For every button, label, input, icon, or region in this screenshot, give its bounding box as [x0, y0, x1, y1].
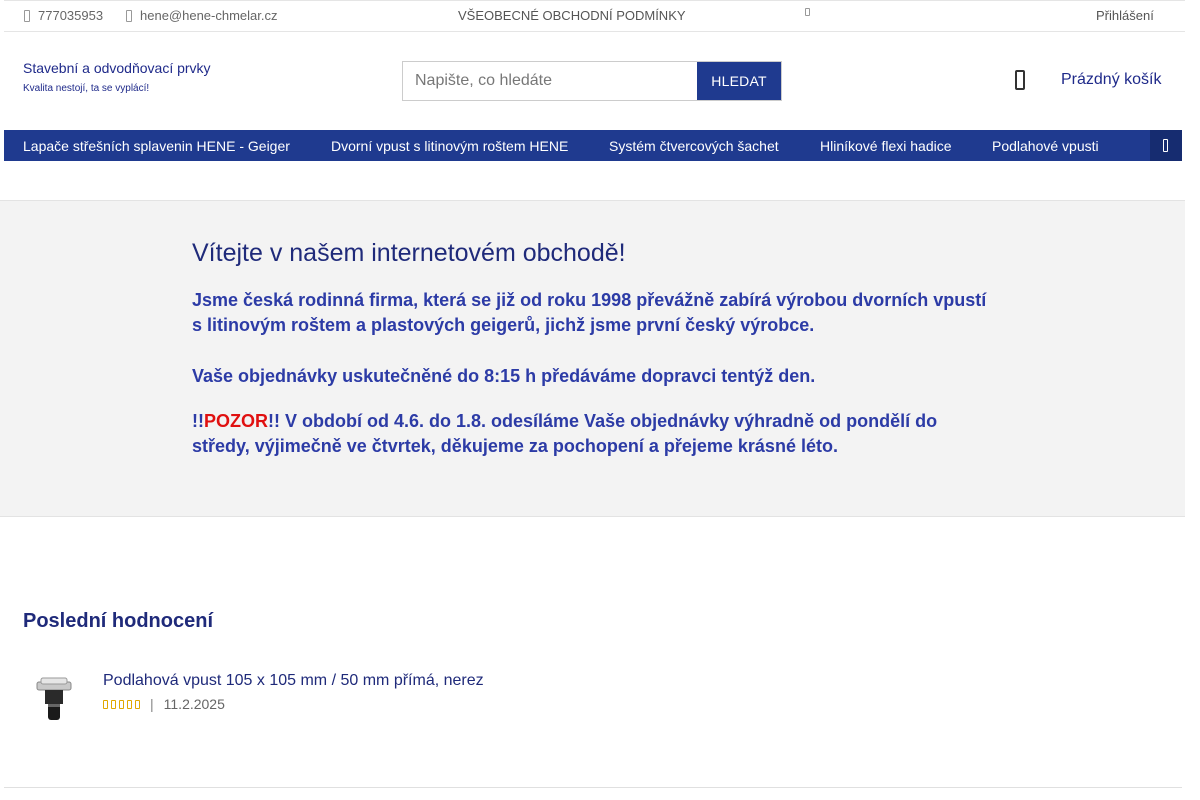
rating-stars	[103, 699, 140, 709]
notice-prefix: !!	[192, 411, 204, 431]
main-navigation: Lapače střešních splavenin HENE - Geiger…	[4, 130, 1182, 161]
ratings-heading: Poslední hodnocení	[23, 610, 214, 632]
star-icon	[119, 699, 124, 709]
welcome-notice: !!POZOR!! V období od 4.6. do 1.8. odesí…	[192, 409, 992, 459]
welcome-content: Vítejte v našem internetovém obchodě! Js…	[192, 239, 992, 459]
star-icon	[127, 699, 132, 709]
star-icon	[135, 699, 140, 709]
welcome-dispatch-info: Vaše objednávky uskutečněné do 8:15 h př…	[192, 366, 816, 386]
phone-icon	[24, 9, 30, 22]
email-address[interactable]: hene@hene-chmelar.cz	[140, 8, 278, 23]
phone-contact[interactable]: 777035953	[24, 8, 103, 23]
dropdown-toggle[interactable]	[805, 8, 810, 16]
search-form: HLEDAT	[402, 61, 782, 101]
email-icon	[126, 9, 132, 22]
review-item: Podlahová vpust 105 x 105 mm / 50 mm pří…	[23, 670, 1173, 730]
nav-item-sachty[interactable]: Systém čtvercových šachet	[609, 138, 779, 154]
nav-item-flexi-hadice[interactable]: Hliníkové flexi hadice	[820, 138, 952, 154]
star-icon	[111, 699, 116, 709]
notice-text: !! V období od 4.6. do 1.8. odesíláme Va…	[192, 411, 938, 456]
nav-item-geiger[interactable]: Lapače střešních splavenin HENE - Geiger	[23, 138, 290, 154]
login-link[interactable]: Přihlášení	[1096, 8, 1154, 23]
brand-tagline: Kvalita nestojí, ta se vyplácí!	[23, 83, 150, 94]
email-contact[interactable]: hene@hene-chmelar.cz	[126, 8, 278, 23]
nav-more-button[interactable]	[1150, 130, 1182, 161]
brand-name[interactable]: Stavební a odvodňovací prvky	[23, 60, 211, 76]
review-meta: | 11.2.2025	[103, 696, 225, 712]
search-button[interactable]: HLEDAT	[697, 62, 781, 100]
cart-link[interactable]: Prázdný košík	[1015, 70, 1161, 90]
cart-icon	[1015, 70, 1025, 90]
nav-item-dvorni-vpust[interactable]: Dvorní vpust s litinovým roštem HENE	[331, 138, 568, 154]
phone-number[interactable]: 777035953	[38, 8, 103, 23]
meta-separator: |	[150, 696, 154, 712]
review-date: 11.2.2025	[163, 696, 225, 712]
terms-link[interactable]: VŠEOBECNÉ OBCHODNÍ PODMÍNKY	[458, 8, 686, 23]
nav-item-podlahove-vpusti[interactable]: Podlahové vpusti	[992, 138, 1099, 154]
star-icon	[103, 699, 108, 709]
welcome-title: Vítejte v našem internetovém obchodě!	[192, 239, 626, 267]
welcome-banner: Vítejte v našem internetovém obchodě! Js…	[0, 200, 1185, 517]
search-input[interactable]	[403, 62, 697, 100]
notice-warning: POZOR	[204, 411, 269, 431]
menu-icon	[1163, 139, 1168, 152]
welcome-intro: Jsme česká rodinná firma, která se již o…	[192, 290, 987, 335]
review-product-name[interactable]: Podlahová vpust 105 x 105 mm / 50 mm pří…	[103, 672, 484, 690]
product-thumbnail[interactable]	[33, 676, 75, 722]
top-bar: 777035953 hene@hene-chmelar.cz VŠEOBECNÉ…	[4, 0, 1185, 32]
cart-label[interactable]: Prázdný košík	[1061, 71, 1161, 89]
site-logo[interactable]: Stavební a odvodňovací prvky Kvalita nes…	[23, 60, 211, 94]
chevron-down-icon	[805, 8, 810, 16]
footer-divider	[4, 787, 1182, 788]
